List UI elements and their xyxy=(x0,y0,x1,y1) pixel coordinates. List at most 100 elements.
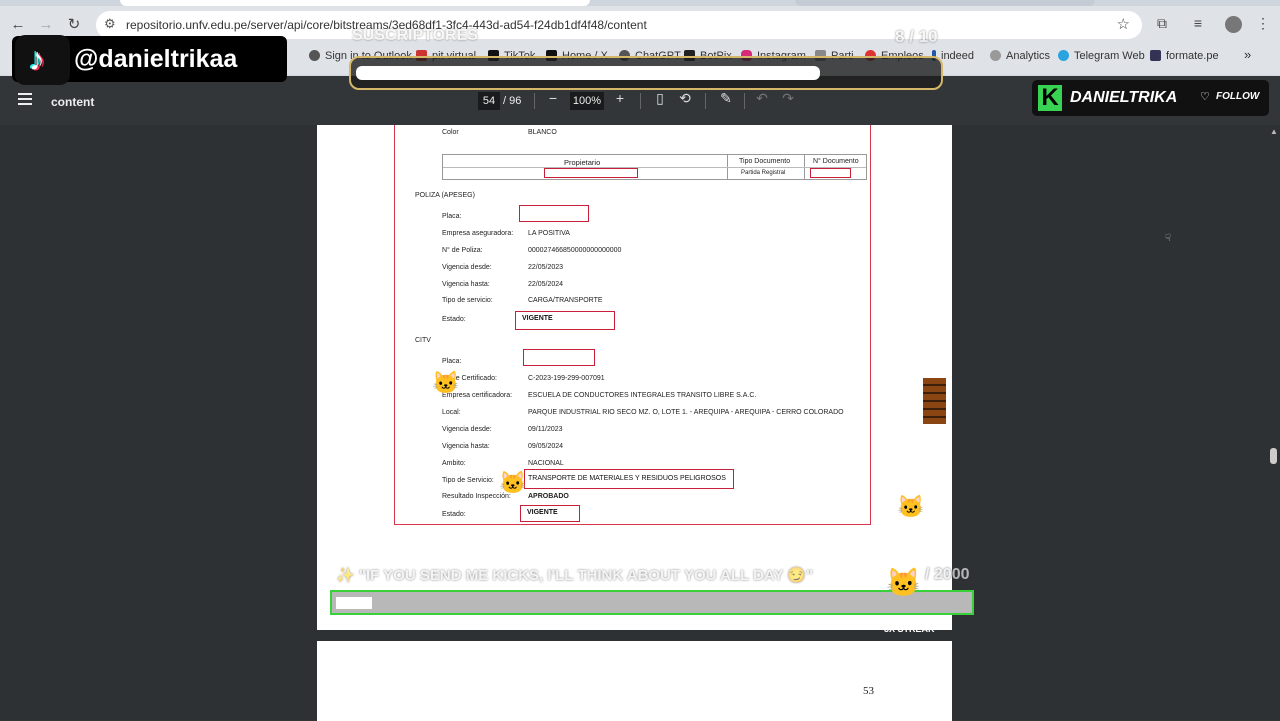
divider xyxy=(640,93,641,109)
heart-icon: ♡ xyxy=(1200,91,1210,103)
cat-sticker: 🐱 xyxy=(499,470,527,495)
section-heading: CITV xyxy=(415,337,431,344)
bookmark-star-icon[interactable]: ☆ xyxy=(1117,15,1130,33)
table-cell: Partida Registral xyxy=(741,170,786,176)
media-icon[interactable]: ≡ xyxy=(1188,15,1208,31)
kick-goal-fill xyxy=(336,597,372,609)
tab[interactable] xyxy=(795,0,1095,6)
field-label: Estado: xyxy=(442,511,466,518)
divider xyxy=(534,93,535,109)
bookmark-label: Analytics xyxy=(1006,50,1051,62)
forward-icon[interactable]: → xyxy=(36,15,56,35)
bookmark-analytics[interactable]: Analytics xyxy=(990,50,1050,62)
field-label: Local: xyxy=(442,409,461,416)
avatar[interactable] xyxy=(1225,16,1242,33)
menu-dots-icon[interactable]: ⋮ xyxy=(1253,15,1273,32)
field-value: 09/05/2024 xyxy=(528,443,564,450)
brick-sticker xyxy=(923,378,946,424)
field-label: Vigencia hasta: xyxy=(442,443,490,450)
field-value: CARGA/TRANSPORTE xyxy=(528,297,603,304)
field-label: Vigencia desde: xyxy=(442,426,492,433)
scroll-up-icon[interactable]: ▲ xyxy=(1270,127,1278,136)
pdf-viewer[interactable]: Color BLANCO Propietario Tipo Documento … xyxy=(0,125,1280,721)
field-value: PARQUE INDUSTRIAL RIO SECO MZ. O, LOTE 1… xyxy=(528,409,844,416)
field-value: APROBADO xyxy=(528,493,569,500)
subscribers-goal-label: SUSCRIPTORES xyxy=(352,27,478,44)
cat-sticker: 🐱 xyxy=(897,494,925,519)
chevron-right-icon[interactable]: » xyxy=(1244,47,1251,62)
field-value: LA POSITIVA xyxy=(528,230,570,237)
kick-channel-name: DANIELTRIKA xyxy=(1070,89,1178,106)
bookmark-formate[interactable]: formate.pe xyxy=(1150,50,1219,62)
field-label: Empresa aseguradora: xyxy=(442,230,514,237)
cursor-icon: ☟ xyxy=(1165,233,1172,244)
bookmark-label: formate.pe xyxy=(1166,50,1219,62)
scrollbar[interactable]: ▲ xyxy=(1268,125,1280,720)
kick-logo-icon: K xyxy=(1038,85,1062,111)
document-title: content xyxy=(51,95,95,109)
redacted-box xyxy=(519,205,589,222)
site-info-icon[interactable]: ⚙ xyxy=(104,16,116,32)
address-bar[interactable]: ⚙ repositorio.unfv.edu.pe/server/api/cor… xyxy=(96,11,1142,39)
reload-icon[interactable]: ↻ xyxy=(64,15,84,35)
owner-table: Propietario Tipo Documento N° Documento … xyxy=(442,154,867,180)
page-total: / 96 xyxy=(503,95,522,107)
subscribers-goal-bar xyxy=(349,56,943,90)
field-label: Tipo de servicio: xyxy=(442,297,493,304)
field-value: TRANSPORTE DE MATERIALES Y RESIDUOS PELI… xyxy=(528,475,726,482)
table-row-divider xyxy=(443,167,866,168)
zoom-out-icon[interactable]: − xyxy=(543,90,563,106)
field-label: Vigencia desde: xyxy=(442,264,492,271)
redacted-box xyxy=(523,349,595,366)
pdf-page: Color BLANCO Propietario Tipo Documento … xyxy=(317,125,952,630)
bookmark-telegram[interactable]: Telegram Web xyxy=(1058,50,1145,62)
status-value: VIGENTE xyxy=(522,315,553,322)
field-value: 22/05/2024 xyxy=(528,281,564,288)
bookmark-label: indeed xyxy=(941,50,975,62)
service-highlight: TRANSPORTE DE MATERIALES Y RESIDUOS PELI… xyxy=(524,469,734,489)
field-label: Ambito: xyxy=(442,460,466,467)
table-header: Propietario xyxy=(564,158,601,167)
scrollbar-thumb[interactable] xyxy=(1270,448,1277,464)
divider xyxy=(744,93,745,109)
field-label: N° de Poliza: xyxy=(442,247,483,254)
redacted-box xyxy=(810,168,851,178)
tiktok-overlay: ♪ @danieltrikaa xyxy=(12,35,287,85)
section-heading: POLIZA (APESEG) xyxy=(415,192,475,199)
zoom-in-icon[interactable]: + xyxy=(610,90,630,106)
tiktok-handle: @danieltrikaa xyxy=(74,45,238,73)
redacted-box xyxy=(544,168,638,178)
subscribers-goal-fill xyxy=(356,66,820,80)
telegram-icon xyxy=(1058,50,1069,61)
field-label: Vigencia hasta: xyxy=(442,281,490,288)
zoom-input[interactable]: 100% xyxy=(570,92,604,110)
globe-icon xyxy=(309,50,320,61)
tab-strip xyxy=(0,0,1280,6)
annotate-icon[interactable]: ✎ xyxy=(716,90,736,107)
page-number-input[interactable]: 54 xyxy=(478,92,500,110)
document-frame: Color BLANCO Propietario Tipo Documento … xyxy=(394,125,871,525)
status-value: VIGENTE xyxy=(527,509,558,516)
back-icon[interactable]: ← xyxy=(8,15,28,35)
field-label: Placa: xyxy=(442,213,462,220)
field-value: 09/11/2023 xyxy=(528,426,563,433)
kick-follow-label: FOLLOW xyxy=(1216,91,1260,102)
kick-goal-count: / 2000 xyxy=(925,566,970,583)
fit-page-icon[interactable]: ▯ xyxy=(650,90,670,107)
rotate-icon[interactable]: ⟲ xyxy=(675,90,695,107)
extensions-icon[interactable]: ⧉ xyxy=(1152,15,1172,32)
page-number: 53 xyxy=(863,685,874,697)
field-value: ESCUELA DE CONDUCTORES INTEGRALES TRANSI… xyxy=(528,392,757,399)
field-value: NACIONAL xyxy=(528,460,564,467)
field-value: 22/05/2023 xyxy=(528,264,564,271)
kick-follow-overlay: K DANIELTRIKA ♡ FOLLOW xyxy=(1032,80,1269,116)
active-tab[interactable] xyxy=(120,0,590,6)
bookmark-label: Telegram Web xyxy=(1074,50,1145,62)
redo-icon[interactable]: ↷ xyxy=(778,90,798,107)
undo-icon[interactable]: ↶ xyxy=(752,90,772,107)
menu-icon[interactable] xyxy=(18,93,32,105)
field-value: C-2023-199-299-007091 xyxy=(528,375,605,382)
status-highlight: VIGENTE xyxy=(520,505,580,522)
field-label: Estado: xyxy=(442,316,466,323)
table-header: N° Documento xyxy=(813,158,859,165)
